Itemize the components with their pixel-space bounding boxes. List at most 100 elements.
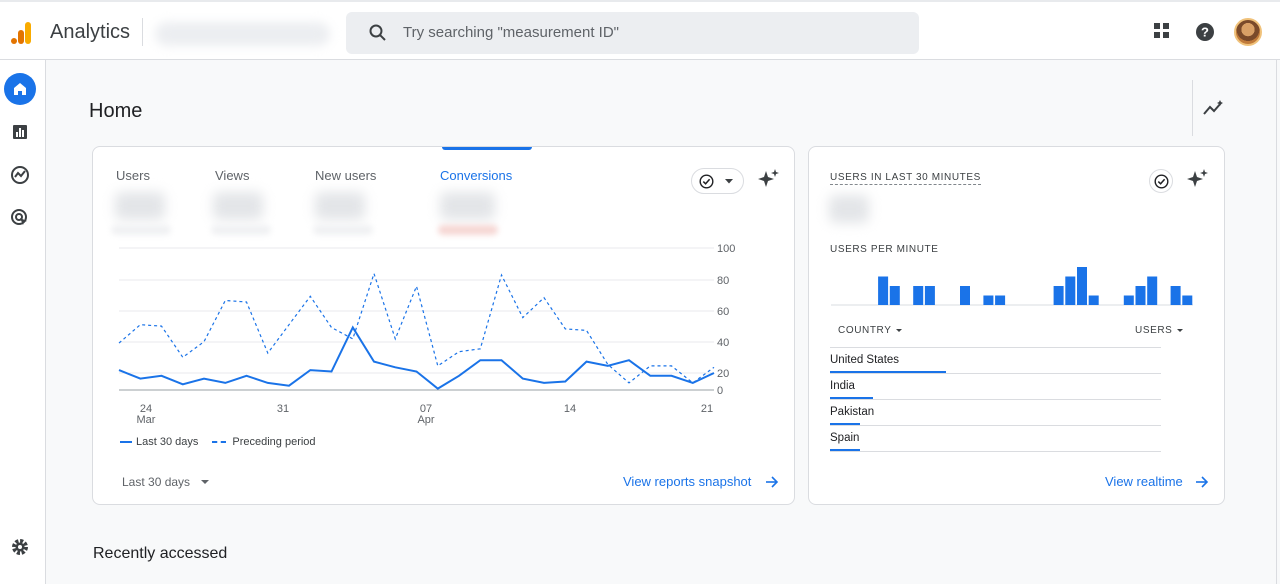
legend-solid-swatch bbox=[120, 441, 132, 443]
app-name: Analytics bbox=[50, 21, 131, 43]
minute-bar[interactable] bbox=[913, 286, 924, 305]
legend-dashed-swatch bbox=[212, 441, 227, 443]
y-tick-label: 0 bbox=[717, 385, 723, 397]
minute-bar[interactable] bbox=[1077, 267, 1087, 305]
search-placeholder: Try searching "measurement ID" bbox=[403, 24, 619, 41]
y-tick-label: 100 bbox=[717, 243, 735, 255]
advertising-icon bbox=[11, 209, 27, 225]
minute-bar[interactable] bbox=[1147, 276, 1158, 306]
country-row[interactable]: India bbox=[830, 380, 1162, 406]
minute-bar[interactable] bbox=[1182, 295, 1193, 306]
help-icon[interactable]: ? bbox=[1195, 22, 1215, 42]
country-row[interactable]: Spain bbox=[830, 432, 1162, 458]
country-header-label: COUNTRY bbox=[838, 325, 892, 336]
recently-accessed-heading: Recently accessed bbox=[93, 545, 228, 562]
user-values-column bbox=[1161, 342, 1221, 452]
y-tick-label: 80 bbox=[717, 275, 729, 287]
check-circle-icon bbox=[1153, 173, 1169, 189]
metrics-card: Users Views New users Conversions 0 20 40 6… bbox=[92, 146, 795, 505]
country-column-header[interactable]: COUNTRY bbox=[838, 325, 903, 336]
nav-explore[interactable] bbox=[4, 159, 36, 191]
bar-chart-icon bbox=[13, 125, 27, 139]
minute-bar[interactable] bbox=[1123, 295, 1134, 306]
search-bar[interactable]: Try searching "measurement ID" bbox=[346, 12, 919, 54]
minute-bar[interactable] bbox=[1135, 286, 1146, 305]
chevron-down-icon bbox=[1177, 329, 1184, 332]
apps-grid-icon[interactable] bbox=[1153, 22, 1171, 40]
nav-home[interactable] bbox=[4, 73, 36, 105]
x-tick-month-label: Mar bbox=[137, 414, 156, 426]
minute-bar[interactable] bbox=[924, 286, 935, 305]
minute-bar[interactable] bbox=[1053, 286, 1064, 305]
nav-admin[interactable] bbox=[4, 531, 36, 563]
series-line-preceding-period bbox=[118, 271, 715, 384]
x-tick-label: 14 bbox=[564, 403, 576, 415]
page-title: Home bbox=[89, 100, 143, 122]
country-share-bar bbox=[830, 397, 874, 399]
users-header-label: USERS bbox=[1135, 325, 1173, 336]
sparkle-icon[interactable] bbox=[1187, 169, 1209, 191]
country-row[interactable]: Pakistan bbox=[830, 406, 1162, 432]
x-tick-label: 31 bbox=[277, 403, 289, 415]
x-tick-month-label: Apr bbox=[417, 414, 434, 426]
minute-bar[interactable] bbox=[983, 295, 994, 306]
legend-current: Last 30 days bbox=[136, 436, 199, 448]
view-reports-snapshot-link[interactable]: View reports snapshot bbox=[623, 474, 751, 489]
realtime-title[interactable]: USERS IN LAST 30 MINUTES bbox=[830, 172, 981, 185]
divider bbox=[1192, 80, 1193, 136]
chevron-down-icon[interactable] bbox=[201, 480, 209, 484]
home-icon bbox=[14, 83, 26, 95]
line-chart: 02040608010024Mar31 07Apr14 21 bbox=[118, 243, 735, 426]
top-bar: Analytics Try searching "measurement ID"… bbox=[0, 0, 1280, 60]
country-name: Spain bbox=[830, 432, 860, 444]
country-name: United States bbox=[830, 354, 900, 366]
nav-reports[interactable] bbox=[4, 116, 36, 148]
country-share-bar bbox=[830, 371, 947, 373]
users-per-minute-label: USERS PER MINUTE bbox=[830, 244, 939, 255]
analytics-logo-icon[interactable] bbox=[9, 20, 35, 46]
y-tick-label: 60 bbox=[717, 306, 729, 318]
avatar[interactable] bbox=[1234, 18, 1262, 46]
view-realtime-link[interactable]: View realtime bbox=[1105, 474, 1183, 489]
legend-previous: Preceding period bbox=[232, 436, 316, 448]
minute-bar[interactable] bbox=[1065, 276, 1076, 306]
divider bbox=[830, 425, 1162, 426]
country-name: Pakistan bbox=[830, 406, 875, 418]
realtime-user-count bbox=[829, 195, 869, 223]
minute-bar[interactable] bbox=[878, 276, 889, 306]
compare-button[interactable] bbox=[1149, 169, 1173, 193]
chart-legend: Last 30 days Preceding period bbox=[120, 436, 316, 448]
realtime-card: USERS IN LAST 30 MINUTES USERS PER MINUT… bbox=[808, 146, 1225, 505]
divider bbox=[1276, 60, 1277, 584]
search-icon bbox=[369, 24, 386, 41]
minute-bar[interactable] bbox=[1170, 286, 1181, 305]
divider bbox=[830, 347, 1162, 348]
chevron-down-icon bbox=[896, 329, 903, 332]
date-range-selector[interactable]: Last 30 days bbox=[122, 475, 190, 489]
gear-icon bbox=[12, 539, 28, 555]
country-share-bar bbox=[830, 449, 860, 451]
users-per-minute-chart bbox=[831, 267, 1193, 306]
country-name: India bbox=[830, 380, 855, 392]
divider bbox=[830, 373, 1162, 374]
x-tick-label: 21 bbox=[701, 403, 713, 415]
minute-bar[interactable] bbox=[1088, 295, 1099, 306]
nav-advertising[interactable] bbox=[4, 202, 36, 234]
minute-bar[interactable] bbox=[995, 295, 1006, 306]
arrow-right-icon[interactable] bbox=[765, 476, 779, 488]
minute-bar[interactable] bbox=[889, 286, 900, 305]
divider bbox=[830, 399, 1162, 400]
insights-icon[interactable] bbox=[1203, 99, 1225, 117]
svg-text:?: ? bbox=[1201, 25, 1209, 40]
country-row[interactable]: United States bbox=[830, 354, 1162, 380]
left-nav bbox=[0, 60, 46, 584]
country-share-bar bbox=[830, 423, 860, 425]
divider bbox=[830, 451, 1162, 452]
users-column-header[interactable]: USERS bbox=[1135, 325, 1184, 336]
account-selector[interactable] bbox=[155, 22, 330, 46]
y-tick-label: 40 bbox=[717, 337, 729, 349]
y-tick-label: 20 bbox=[717, 368, 729, 380]
minute-bar[interactable] bbox=[960, 286, 970, 305]
arrow-right-icon[interactable] bbox=[1195, 476, 1209, 488]
explore-icon bbox=[11, 166, 29, 184]
